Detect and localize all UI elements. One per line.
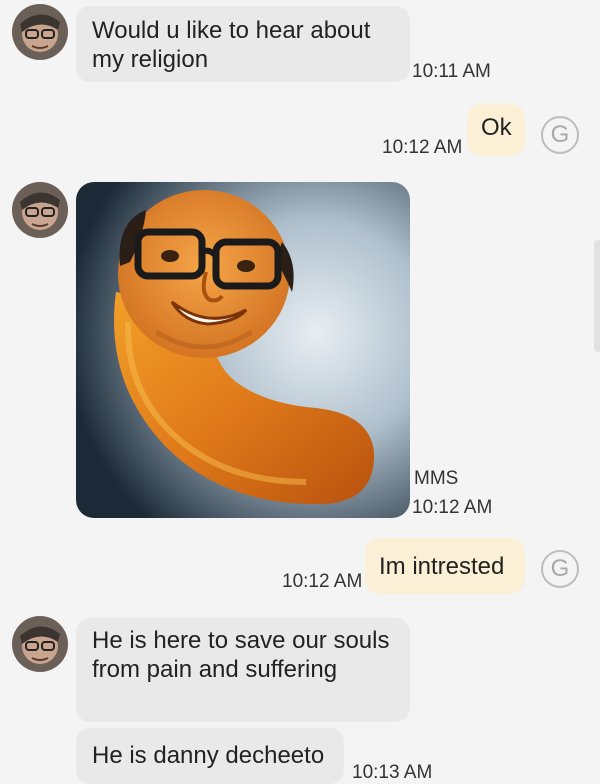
message-bubble-outgoing[interactable]: Ok <box>467 104 525 156</box>
contact-avatar[interactable] <box>12 182 68 238</box>
message-text: He is here to save our souls from pain a… <box>92 627 390 683</box>
contact-avatar[interactable] <box>12 616 68 672</box>
message-text: He is danny decheeto <box>92 742 325 769</box>
message-timestamp: 10:12 AM <box>412 497 493 518</box>
message-bubble-incoming[interactable]: Would u like to hear about my religion <box>76 6 410 82</box>
mms-image-attachment[interactable] <box>76 182 410 518</box>
message-text: Ok <box>481 114 512 141</box>
message-bubble-incoming[interactable]: He is here to save our souls from pain a… <box>76 618 410 722</box>
mms-label: MMS <box>414 468 459 489</box>
translate-g-icon[interactable]: G <box>541 550 579 588</box>
cheeto-man-picture <box>76 182 410 518</box>
message-text: Im intrested <box>379 553 505 580</box>
message-bubble-outgoing[interactable]: Im intrested <box>365 538 525 594</box>
message-timestamp: 10:12 AM <box>382 137 463 158</box>
message-bubble-incoming[interactable]: He is danny decheeto <box>76 728 344 784</box>
message-timestamp: 10:11 AM <box>412 61 491 82</box>
message-text: Would u like to hear about my religion <box>92 17 371 73</box>
message-timestamp: 10:13 AM <box>352 762 433 783</box>
translate-g-icon[interactable]: G <box>541 116 579 154</box>
contact-avatar[interactable] <box>12 4 68 60</box>
scroll-indicator[interactable] <box>594 240 600 352</box>
message-timestamp: 10:12 AM <box>282 571 363 592</box>
